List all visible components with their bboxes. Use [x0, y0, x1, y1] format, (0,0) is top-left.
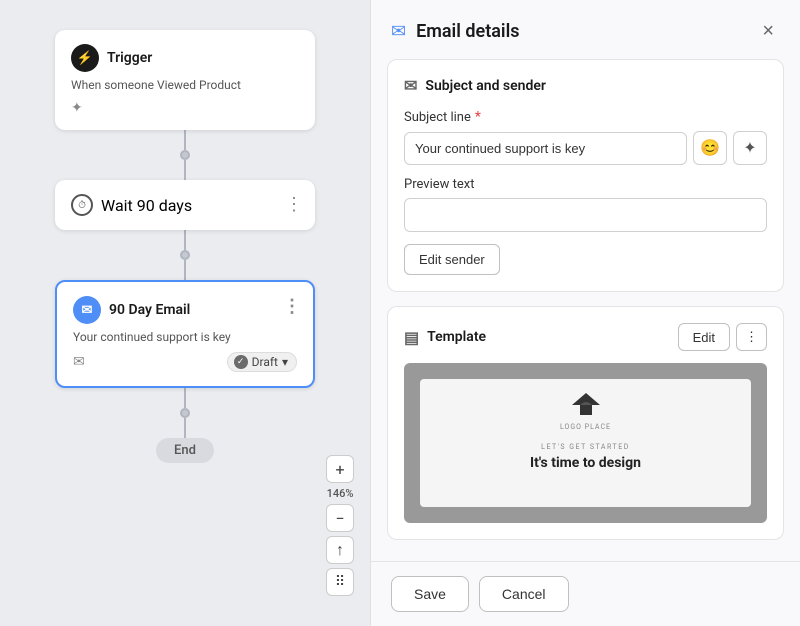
- email-node-menu[interactable]: ⋮: [283, 296, 301, 317]
- dot-2: [180, 250, 190, 260]
- draft-badge[interactable]: ✓ Draft ▾: [227, 352, 297, 372]
- trigger-footer-icon: ✦: [71, 100, 83, 116]
- zoom-up-button[interactable]: ↑: [326, 536, 354, 564]
- required-indicator: *: [475, 109, 481, 125]
- email-headline: It's time to design: [530, 455, 641, 471]
- wait-menu[interactable]: ⋮: [285, 194, 303, 215]
- trigger-description: When someone Viewed Product: [71, 78, 299, 92]
- email-details-panel: ✉ Email details × ✉ Subject and sender S…: [370, 0, 800, 626]
- emoji-icon: 😊: [700, 138, 720, 158]
- subject-label: Subject line *: [404, 109, 767, 125]
- dot-3: [180, 408, 190, 418]
- panel-content: ✉ Subject and sender Subject line * 😊 ✦ …: [371, 59, 800, 561]
- connector-3: [180, 388, 190, 438]
- check-icon: ✓: [234, 355, 248, 369]
- wait-node[interactable]: ⏱ Wait 90 days ⋮: [55, 180, 315, 230]
- end-node: End: [156, 438, 214, 463]
- email-node-label: 90 Day Email: [109, 302, 190, 318]
- end-label: End: [174, 443, 196, 458]
- cancel-button[interactable]: Cancel: [479, 576, 569, 612]
- wait-label: Wait 90 days: [101, 196, 192, 215]
- grid-button[interactable]: ⠿: [326, 568, 354, 596]
- panel-footer: Save Cancel: [371, 561, 800, 626]
- preview-input[interactable]: [404, 198, 767, 232]
- zoom-level: 146%: [327, 487, 354, 500]
- preview-label: Preview text: [404, 177, 767, 192]
- line-1: [184, 130, 186, 150]
- email-content: LET'S GET STARTED It's time to design: [530, 443, 641, 471]
- chevron-down-icon: ▾: [282, 355, 288, 369]
- subject-section-title: Subject and sender: [425, 78, 546, 94]
- subject-sender-section: ✉ Subject and sender Subject line * 😊 ✦ …: [387, 59, 784, 292]
- draft-label: Draft: [252, 355, 278, 369]
- panel-header: ✉ Email details ×: [371, 0, 800, 59]
- logo-text: LOGO PLACE: [560, 423, 611, 431]
- email-tagline: LET'S GET STARTED: [530, 443, 641, 451]
- sparkle-icon: ✦: [743, 138, 756, 158]
- trigger-icon: ⚡: [71, 44, 99, 72]
- sparkle-button[interactable]: ✦: [733, 131, 767, 165]
- line-2b: [184, 260, 186, 280]
- subject-input-row: 😊 ✦: [404, 131, 767, 165]
- email-preview-inner: LOGO PLACE LET'S GET STARTED It's time t…: [420, 379, 751, 507]
- panel-title: Email details: [416, 21, 519, 42]
- template-title: Template: [427, 329, 486, 345]
- emoji-button[interactable]: 😊: [693, 131, 727, 165]
- email-footer-icon: ✉: [73, 354, 85, 370]
- line-3: [184, 388, 186, 408]
- flow-canvas: ⚡ Trigger When someone Viewed Product ✦ …: [0, 0, 370, 626]
- connector-2: [180, 230, 190, 280]
- trigger-node[interactable]: ⚡ Trigger When someone Viewed Product ✦: [55, 30, 315, 130]
- subject-input[interactable]: [404, 132, 687, 165]
- flow-nodes: ⚡ Trigger When someone Viewed Product ✦ …: [55, 30, 315, 463]
- line-2: [184, 230, 186, 250]
- email-node-icon: ✉: [73, 296, 101, 324]
- line-1b: [184, 160, 186, 180]
- email-node[interactable]: ✉ 90 Day Email ⋮ Your continued support …: [55, 280, 315, 388]
- template-section: ▤ Template Edit ⋮: [387, 306, 784, 540]
- line-3b: [184, 418, 186, 438]
- email-preview: LOGO PLACE LET'S GET STARTED It's time t…: [404, 363, 767, 523]
- template-more-button[interactable]: ⋮: [736, 323, 767, 351]
- template-edit-button[interactable]: Edit: [678, 323, 730, 351]
- save-button[interactable]: Save: [391, 576, 469, 612]
- trigger-label: Trigger: [107, 50, 152, 66]
- close-button[interactable]: ×: [756, 18, 780, 45]
- edit-sender-button[interactable]: Edit sender: [404, 244, 500, 275]
- clock-icon: ⏱: [71, 194, 93, 216]
- dot-1: [180, 150, 190, 160]
- logo-icon: [572, 393, 600, 421]
- section-envelope-icon: ✉: [404, 76, 417, 95]
- connector-1: [180, 130, 190, 180]
- zoom-out-button[interactable]: −: [326, 504, 354, 532]
- zoom-controls: + 146% − ↑ ⠿: [326, 455, 354, 596]
- panel-email-icon: ✉: [391, 21, 406, 42]
- email-node-description: Your continued support is key: [73, 330, 297, 344]
- zoom-in-button[interactable]: +: [326, 455, 354, 483]
- logo-placeholder: LOGO PLACE: [560, 393, 611, 431]
- template-icon: ▤: [404, 328, 419, 347]
